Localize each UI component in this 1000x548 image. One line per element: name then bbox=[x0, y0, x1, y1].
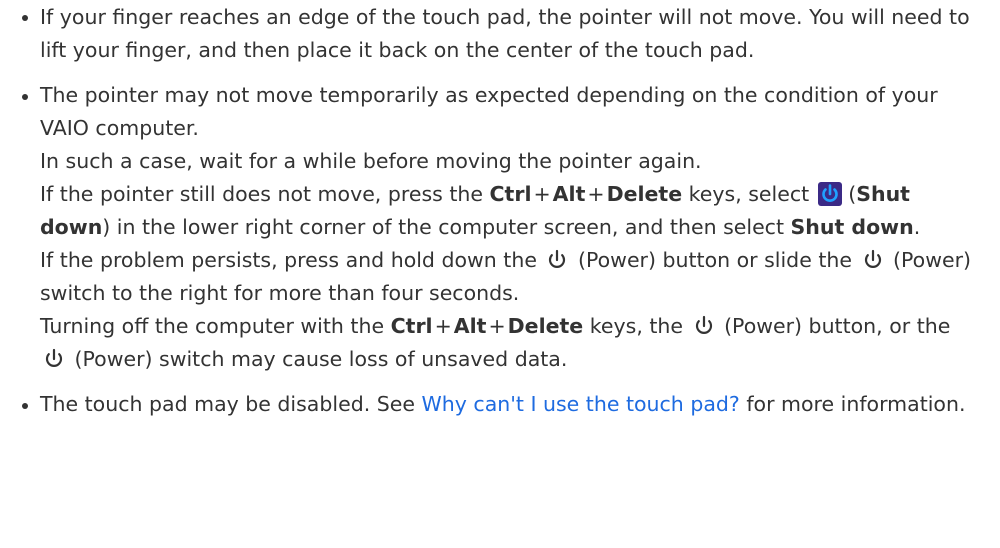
list-item-temporary: The pointer may not move temporarily as … bbox=[0, 79, 1000, 376]
key-delete: Delete bbox=[606, 182, 683, 206]
power-icon-glyph bbox=[695, 315, 712, 334]
disabled-after: for more information. bbox=[746, 392, 966, 416]
touch-pad-help-link[interactable]: Why can't I use the touch pad? bbox=[422, 392, 740, 416]
plus-sign: + bbox=[533, 182, 551, 206]
power-icon bbox=[692, 314, 716, 338]
line5-end: (Power) switch may cause loss of unsaved… bbox=[74, 347, 568, 371]
power-icon bbox=[861, 248, 885, 272]
line5-start: Turning off the computer with the bbox=[40, 314, 385, 338]
key-alt: Alt bbox=[453, 314, 487, 338]
key-delete: Delete bbox=[507, 314, 584, 338]
power-icon-glyph bbox=[864, 249, 881, 268]
period: . bbox=[913, 215, 921, 239]
power-icon-glyph bbox=[549, 249, 566, 268]
troubleshooting-list: If your finger reaches an edge of the to… bbox=[0, 0, 1000, 421]
temporary-line-2: In such a case, wait for a while before … bbox=[40, 149, 702, 173]
plus-sign: + bbox=[434, 314, 452, 338]
temporary-line-4: If the problem persists, press and hold … bbox=[40, 244, 984, 310]
line4-middle: (Power) button or slide the bbox=[578, 248, 852, 272]
power-icon bbox=[545, 248, 569, 272]
shut-down-label-final: Shut down bbox=[790, 215, 914, 239]
list-item-disabled: The touch pad may be disabled. See Why c… bbox=[0, 388, 1000, 421]
line3-start: If the pointer still does not move, pres… bbox=[40, 182, 483, 206]
edge-text: If your finger reaches an edge of the to… bbox=[40, 5, 970, 62]
disabled-before: The touch pad may be disabled. See bbox=[40, 392, 415, 416]
list-item-edge: If your finger reaches an edge of the to… bbox=[0, 0, 1000, 67]
power-icon bbox=[42, 347, 66, 371]
key-ctrl: Ctrl bbox=[390, 314, 433, 338]
temporary-line-1: The pointer may not move temporarily as … bbox=[40, 83, 938, 140]
temporary-line-5: Turning off the computer with the Ctrl+A… bbox=[40, 310, 984, 376]
temporary-line-3: If the pointer still does not move, pres… bbox=[40, 178, 984, 244]
key-alt: Alt bbox=[552, 182, 586, 206]
shutdown-icon bbox=[817, 182, 842, 206]
line3-keys-select: keys, select bbox=[688, 182, 810, 206]
power-icon-glyph bbox=[45, 348, 63, 367]
key-ctrl: Ctrl bbox=[489, 182, 532, 206]
line5-keys: keys, the bbox=[589, 314, 683, 338]
plus-sign: + bbox=[488, 314, 506, 338]
line4-start: If the problem persists, press and hold … bbox=[40, 248, 537, 272]
line3-end: ) in the lower right corner of the compu… bbox=[102, 215, 784, 239]
line5-middle: (Power) button, or the bbox=[724, 314, 951, 338]
shutdown-icon-glyph bbox=[821, 184, 838, 202]
plus-sign: + bbox=[587, 182, 605, 206]
